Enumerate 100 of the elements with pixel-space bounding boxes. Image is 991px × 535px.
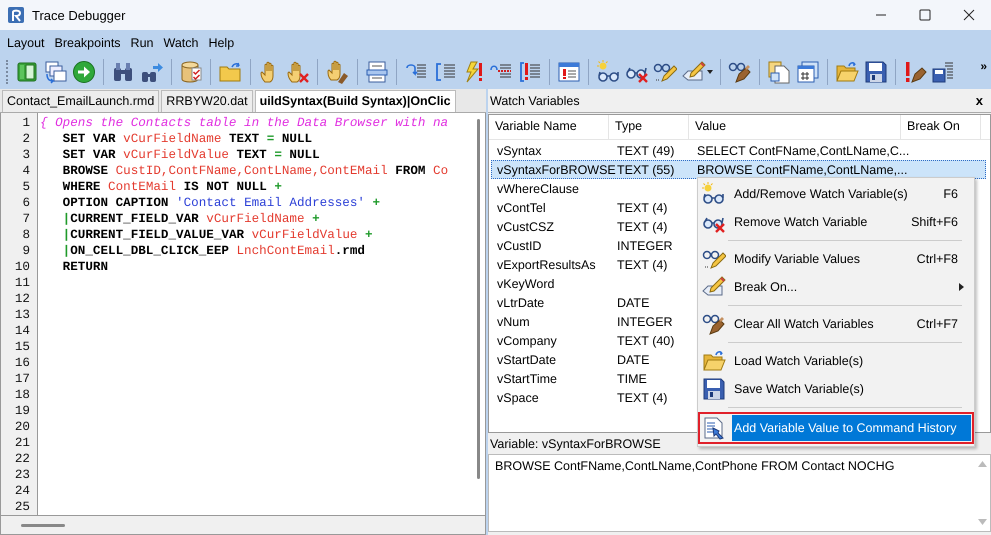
code-line: { Opens the Contacts table in the Data Browser with na	[40, 116, 448, 130]
table-cell: TEXT (55)	[617, 162, 674, 176]
line-number: 25	[14, 500, 30, 514]
table-cell: vSyntaxForBROWSE	[497, 162, 616, 176]
menu-item[interactable]: Help	[203, 34, 240, 52]
menu-item[interactable]: Save Watch Variable(s)	[732, 376, 972, 402]
line-number: 16	[14, 356, 30, 370]
table-cell: vLtrDate	[497, 296, 544, 310]
window-alert-icon[interactable]	[557, 60, 582, 84]
close-button[interactable]: x	[976, 93, 983, 108]
table-cell: DATE	[617, 352, 650, 366]
caret-icon[interactable]	[706, 70, 713, 74]
table-cell: TIME	[617, 372, 647, 386]
menu-item[interactable]: Watch	[158, 34, 204, 52]
line-number: 17	[14, 372, 30, 386]
table-cell: BROWSE ContFName,ContLName,...	[697, 162, 908, 176]
pages-icon[interactable]	[767, 60, 792, 84]
floppy-list-icon[interactable]	[931, 60, 956, 84]
table-cell: DATE	[617, 296, 650, 310]
menu-item[interactable]: Add/Remove Watch Variable(s) F6	[732, 181, 972, 207]
menu-shortcut: Ctrl+F8	[916, 252, 958, 266]
list-exclamation-icon[interactable]	[518, 60, 542, 84]
book-icon[interactable]	[15, 60, 40, 84]
table-cell: vSyntax	[497, 144, 542, 158]
hand-brush-icon[interactable]	[326, 60, 350, 84]
column-header[interactable]: Type	[609, 115, 689, 139]
line-number: 23	[14, 468, 30, 482]
menu-item[interactable]: Clear All Watch Variables Ctrl+F7	[732, 311, 972, 337]
menu-item[interactable]: Load Watch Variable(s)	[732, 348, 972, 374]
column-header[interactable]: Variable Name	[489, 115, 609, 139]
menu-item[interactable]: Layout	[2, 34, 50, 52]
app-logo-icon	[8, 7, 24, 23]
line-number: 5	[22, 180, 30, 194]
code-line: OPTION CAPTION 'Contact Email Addresses' +	[62, 196, 380, 210]
table-cell: vNum	[497, 314, 530, 328]
column-header[interactable]: Value	[689, 115, 901, 139]
file-tab[interactable]: RRBYW20.dat	[161, 90, 253, 112]
menu-item[interactable]: Run	[126, 34, 158, 52]
menu-item[interactable]: Add Variable Value to Command History	[732, 415, 971, 441]
line-number: 24	[14, 484, 30, 498]
table-cell: SELECT ContFName,ContLName,C...	[697, 144, 910, 158]
menu-item[interactable]: Modify Variable Values Ctrl+F8	[732, 246, 972, 272]
toolbar-overflow[interactable]: »	[980, 59, 987, 73]
table-cell: vCustCSZ	[497, 220, 554, 234]
hand-cross-icon[interactable]	[286, 60, 310, 84]
file-tab[interactable]: Contact_EmailLaunch.rmd	[2, 90, 160, 112]
glasses-sun-icon[interactable]	[596, 60, 621, 84]
line-number: 22	[14, 452, 30, 466]
scrollbar-thumb[interactable]	[21, 524, 65, 526]
table-cell: vStartDate	[497, 352, 556, 366]
table-cell: TEXT (4)	[617, 200, 668, 214]
page-arrow-icon	[702, 416, 726, 440]
folder-icon	[702, 349, 726, 373]
line-number: 14	[14, 324, 30, 338]
file-tab[interactable]: uildSyntax(Build Syntax)|OnClic	[254, 90, 456, 112]
table-cell: vCustID	[497, 238, 542, 252]
list-icon[interactable]	[364, 60, 389, 84]
floppy-icon[interactable]	[864, 60, 888, 84]
line-number: 1	[22, 116, 30, 130]
variable-value-field[interactable]: BROWSE ContFName,ContLName,ContPhone FROM Contact NOCHG	[495, 459, 894, 473]
binoculars-arrow-icon[interactable]	[140, 60, 164, 84]
table-row[interactable]: vSyntax TEXT (49) SELECT ContFName,ContLName,C...	[491, 141, 986, 160]
table-row[interactable]: vSyntaxForBROWSETEXT (55) BROWSE ContFName,ContLName,...	[491, 160, 986, 179]
code-line: |ON_CELL_DBL_CLICK_EEP LnchContEmail.rmd	[62, 244, 365, 258]
menu-shortcut: F6	[943, 187, 958, 201]
table-cell: vCompany	[497, 334, 557, 348]
line-number: 6	[22, 196, 30, 210]
table-cell: TEXT (4)	[617, 220, 668, 234]
line-number: 4	[22, 164, 30, 178]
database-icon[interactable]	[179, 60, 204, 84]
line-number: 15	[14, 340, 30, 354]
menu-item[interactable]: Break On...	[732, 274, 972, 300]
table-cell: TEXT (4)	[617, 390, 668, 404]
menu-item[interactable]: Remove Watch Variable Shift+F6	[732, 209, 972, 235]
code-line: SET VAR vCurFieldValue TEXT = NULL	[62, 148, 320, 162]
line-number: 19	[14, 404, 30, 418]
glasses-brush-icon[interactable]	[728, 60, 752, 84]
table-cell: INTEGER	[617, 314, 673, 328]
pages-icon[interactable]	[44, 60, 68, 84]
window-title: Trace Debugger	[32, 8, 126, 22]
menu-shortcut: Ctrl+F7	[916, 317, 958, 331]
maximize-icon[interactable]	[919, 9, 931, 21]
code-line: |CURRENT_FIELD_VAR vCurFieldName +	[62, 212, 320, 226]
code-line: SET VAR vCurFieldName TEXT = NULL	[62, 132, 312, 146]
line-number: 2	[22, 132, 30, 146]
panel-title: Watch Variables	[490, 94, 580, 108]
arrow-circle-icon[interactable]	[72, 60, 96, 84]
menu-item[interactable]: Breakpoints	[50, 34, 126, 52]
line-number: 7	[22, 212, 30, 226]
window-hash-icon[interactable]	[796, 60, 820, 84]
folder-icon[interactable]	[218, 60, 242, 84]
floppy-icon	[702, 377, 726, 401]
table-cell: TEXT (40)	[617, 334, 674, 348]
table-cell: INTEGER	[617, 238, 673, 252]
code-line: RETURN	[62, 260, 108, 274]
column-header[interactable]: Break On	[901, 115, 981, 139]
line-number: 20	[14, 420, 30, 434]
scrollbar-thumb[interactable]	[476, 119, 480, 479]
variable-label: Variable: vSyntaxForBROWSE	[490, 437, 661, 451]
close-icon[interactable]	[963, 9, 975, 21]
